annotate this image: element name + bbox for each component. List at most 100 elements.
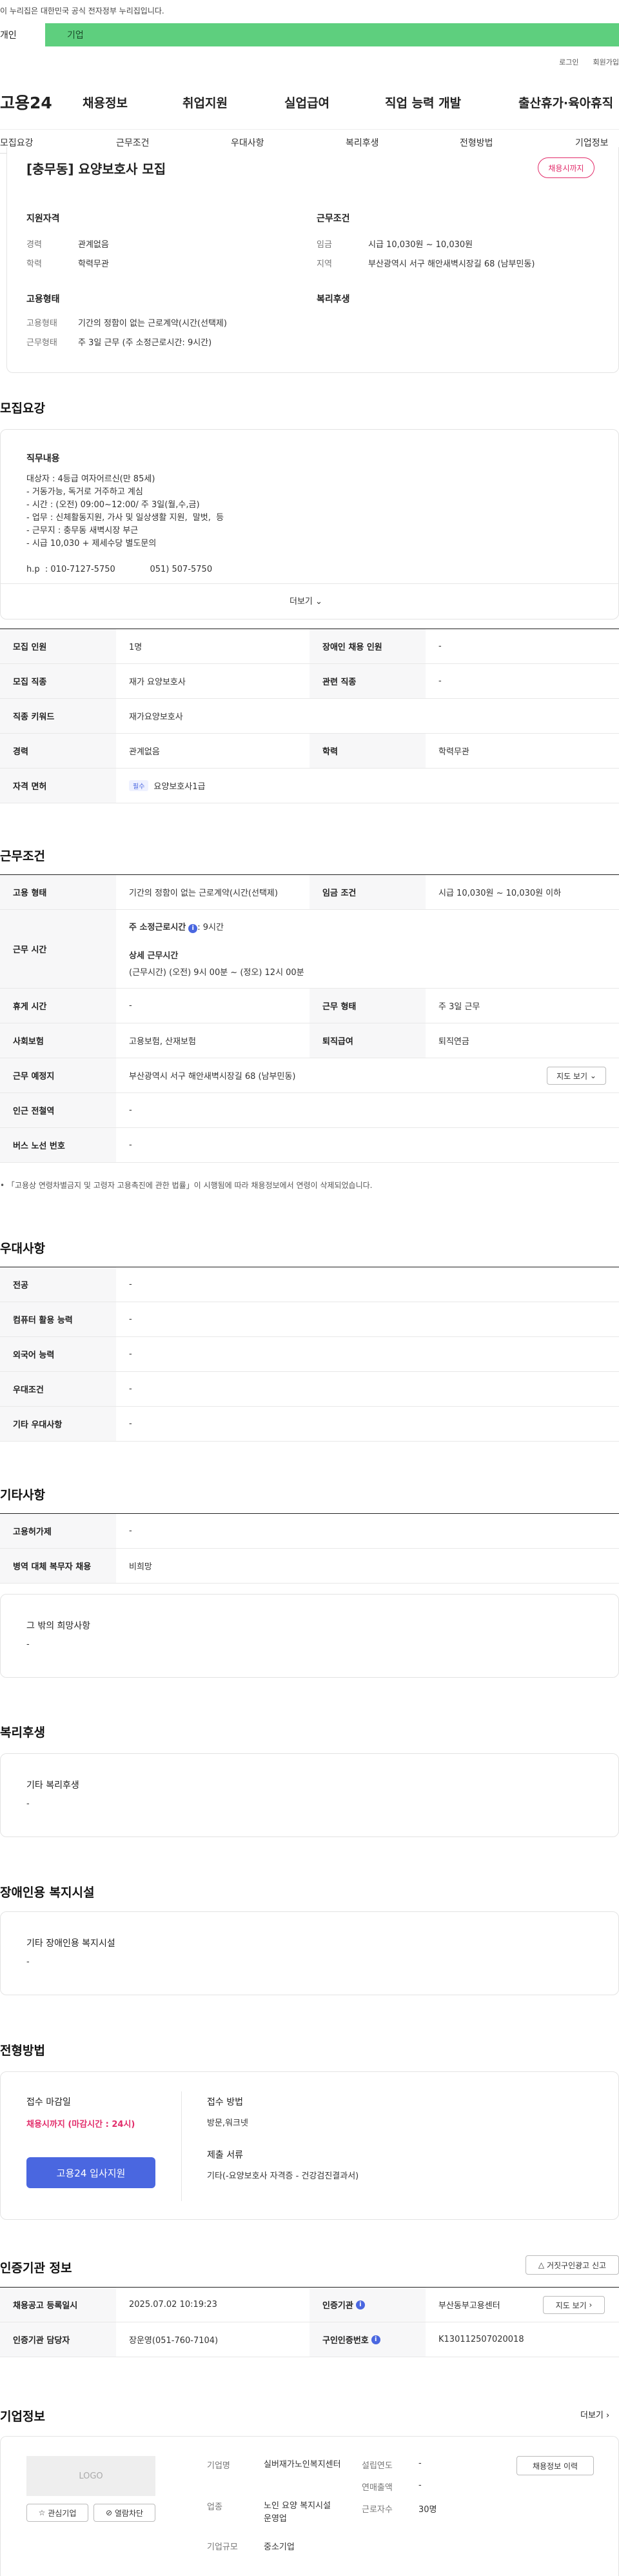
company-year-label: 설립연도: [362, 2461, 393, 2471]
fav-company-button[interactable]: ☆ 관심기업: [26, 2504, 88, 2522]
info-icon[interactable]: i: [355, 2300, 365, 2309]
req-title: 지원자격: [26, 214, 60, 224]
weekly-hours: 주 소정근로시간 i: 9시간: [129, 920, 224, 933]
info-icon[interactable]: i: [188, 924, 198, 933]
etc-heading: 기타사항: [0, 1488, 45, 1502]
chevron-down-icon: ⌄: [589, 1071, 596, 1080]
row-label: 우대조건: [0, 1372, 116, 1406]
process-card: 접수 마감일 채용시까지 (마감시간 : 24시) 고용24 입사지원 접수 방…: [0, 2071, 619, 2220]
row-label: 퇴직급여: [310, 1023, 426, 1058]
cond-table: 고용 형태 기간의 정함이 없는 근로계약(시간(선택제) 임금 조건 시급 10,0…: [0, 874, 619, 1163]
more-button[interactable]: 더보기 ⌄: [290, 594, 322, 607]
license-value: 요양보호사1급: [153, 782, 206, 792]
company-sales-value: -: [418, 2480, 422, 2490]
weekly-hours-label: 주 소정근로시간: [129, 923, 186, 932]
gnb-item-training[interactable]: 직업 능력 개발: [385, 94, 461, 111]
emp-value: 기간의 정함이 없는 근로계약(시간(선택제): [78, 319, 227, 328]
company-industry-label: 업종: [207, 2502, 222, 2512]
detail-hours-label: 상세 근무시간: [129, 951, 179, 961]
row-label: 관련 직종: [310, 664, 426, 698]
table-row: 모집 직종 재가 요양보호사 관련 직종 -: [0, 664, 619, 699]
gov-banner: 이 누리집은 대한민국 공식 전자정부 누리집입니다.: [0, 6, 164, 15]
company-emp-value: 30명: [418, 2505, 437, 2515]
welfare-box-value: -: [26, 1799, 30, 1809]
gnb-item-jobs[interactable]: 채용정보: [83, 94, 128, 111]
deadline-badge: 채용시까지: [538, 157, 594, 178]
row-value: 주 3일 근무: [438, 1002, 480, 1012]
row-value: -: [129, 1280, 132, 1289]
table-row: 고용 형태 기간의 정함이 없는 근로계약(시간(선택제) 임금 조건 시급 10,0…: [0, 875, 619, 910]
table-row: 병역 대체 복무자 채용 비희망: [0, 1549, 619, 1584]
login-link[interactable]: 로그인: [559, 57, 578, 67]
work-time-cell: 주 소정근로시간 i: 9시간 상세 근무시간 (근무시간) (오전) 9시 00…: [116, 910, 619, 988]
pref-table: 전공 - 컴퓨터 활용 능력 - 외국어 능력 - 우대조건 - 기타 우대사항 -: [0, 1267, 619, 1442]
chevron-down-icon: ⌄: [315, 597, 322, 607]
row-label: 근무 형태: [310, 989, 426, 1023]
etc-box-value: -: [26, 1640, 30, 1649]
etc-box-title: 그 밖의 희망사항: [26, 1621, 91, 1631]
row-value: 재가요양보호사: [129, 712, 183, 722]
block-label: 열람차단: [114, 2508, 144, 2518]
block-company-button[interactable]: ⊘ 열람차단: [93, 2504, 155, 2522]
area-label: 지역: [317, 259, 332, 269]
row-value: -: [129, 1140, 132, 1150]
fav-label: 관심기업: [48, 2508, 77, 2518]
table-row: 고용허가제 -: [0, 1514, 619, 1549]
row-value: -: [129, 1105, 132, 1115]
block-icon: ⊘: [105, 2508, 113, 2517]
row-value: -: [129, 1314, 132, 1324]
company-card: LOGO ☆ 관심기업 ⊘ 열람차단 기업명 실버재가노인복지센터 설립연도 -…: [0, 2436, 619, 2576]
row-label: 채용공고 등록일시: [0, 2288, 116, 2322]
required-tag: 필수: [129, 780, 149, 791]
global-nav: 고용24 채용정보 취업지원 실업급여 직업 능력 개발 출산휴가·육아휴직: [0, 90, 619, 114]
row-label: 휴게 시간: [0, 989, 116, 1023]
table-row: 모집 인원 1명 장애인 채용 인원 -: [0, 629, 619, 664]
duty-text: 대상자 : 4등급 여자어르신(만 85세) - 거동가능, 독거로 거주하고 …: [26, 474, 224, 574]
map-button[interactable]: 지도 보기 ⌄: [547, 1067, 606, 1085]
row-label: 사회보험: [0, 1023, 116, 1058]
org-label: 인증기관: [322, 2301, 353, 2311]
join-link[interactable]: 회원가입: [593, 57, 619, 67]
row-label: 구인인증번호 i: [310, 2322, 426, 2357]
site-logo[interactable]: 고용24: [0, 90, 83, 114]
agency-table: 채용공고 등록일시 2025.07.02 10:19:23 인증기관 i 부산동부고용센…: [0, 2287, 619, 2357]
cert-no-label: 구인인증번호: [322, 2336, 369, 2346]
more-label: 더보기: [290, 597, 313, 607]
chevron-right-icon: ›: [606, 2411, 610, 2420]
row-value: 재가 요양보호사: [129, 678, 186, 687]
wage-label: 임금: [317, 240, 332, 250]
gnb-item-benefit[interactable]: 실업급여: [284, 94, 329, 111]
company-emp-label: 근로자수: [362, 2505, 393, 2515]
tab-personal[interactable]: 개인: [0, 23, 45, 46]
row-value: 관계없음: [129, 747, 160, 757]
job-history-button[interactable]: 채용정보 이력: [516, 2456, 594, 2475]
row-label: 장애인 채용 인원: [310, 629, 426, 663]
company-heading: 기업정보: [0, 2410, 45, 2424]
company-logo: LOGO: [26, 2456, 155, 2496]
table-row: 버스 노선 번호 -: [0, 1128, 619, 1163]
row-value: -: [129, 1419, 132, 1429]
bell-icon: △: [538, 2260, 545, 2269]
table-row: 우대조건 -: [0, 1372, 619, 1407]
info-icon[interactable]: i: [371, 2335, 380, 2344]
agency-map-button[interactable]: 지도 보기 ›: [543, 2296, 605, 2314]
tab-company[interactable]: 기업: [45, 23, 619, 46]
row-label: 모집 인원: [0, 629, 116, 663]
company-size-label: 기업규모: [207, 2542, 238, 2552]
welfare-heading: 복리후생: [0, 1726, 45, 1740]
row-label: 고용허가제: [0, 1514, 116, 1548]
gnb-item-support[interactable]: 취업지원: [182, 94, 228, 111]
company-size-value: 중소기업: [264, 2542, 295, 2552]
recruit-table: 모집 인원 1명 장애인 채용 인원 - 모집 직종 재가 요양보호사 관련 직종 - 직종…: [0, 629, 619, 803]
row-value: -: [438, 641, 442, 651]
company-more-link[interactable]: 더보기 ›: [580, 2408, 609, 2420]
row-value: 퇴직연금: [438, 1037, 469, 1047]
gnb-item-leave[interactable]: 출산휴가·육아휴직: [518, 94, 613, 111]
row-label: 근무 예정지: [0, 1058, 116, 1092]
company-industry-value: 노인 요양 복지시설 운영업: [264, 2501, 331, 2524]
agency-heading: 인증기관 정보: [0, 2261, 72, 2275]
table-row: 기타 우대사항 -: [0, 1407, 619, 1442]
apply-button[interactable]: 고용24 입사지원: [26, 2157, 155, 2188]
report-button[interactable]: △ 거짓구인광고 신고: [526, 2255, 619, 2275]
table-row: 직종 키워드 재가요양보호사: [0, 699, 619, 734]
